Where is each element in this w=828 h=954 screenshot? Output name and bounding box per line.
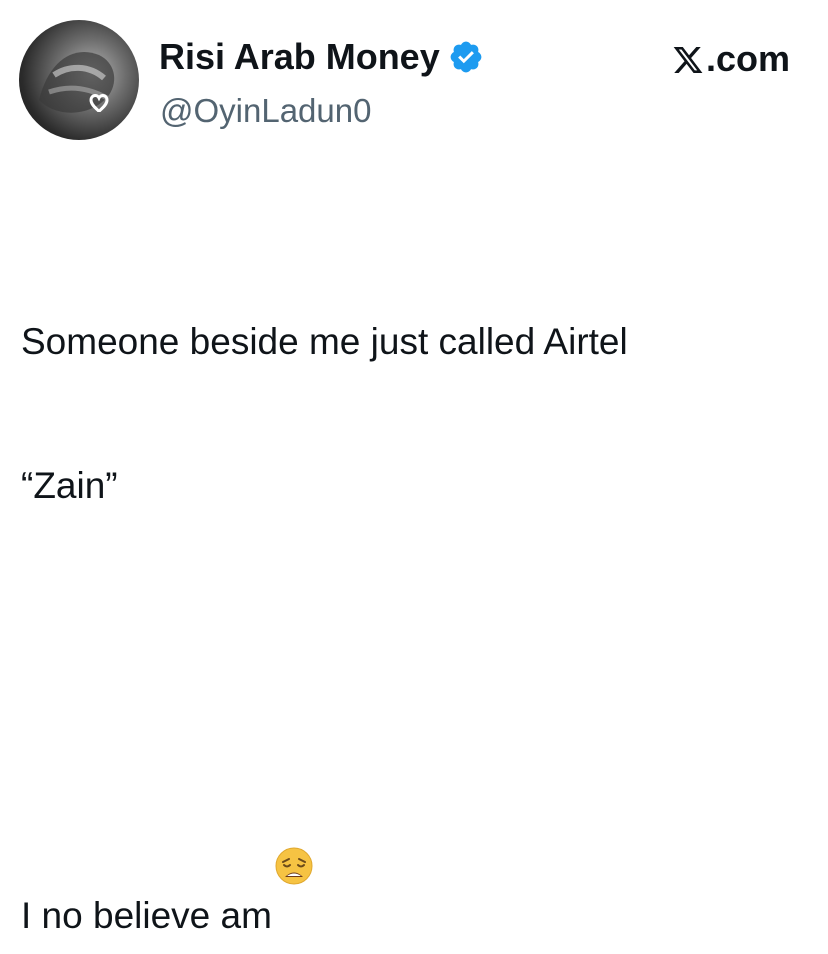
- verified-badge-icon: [448, 39, 484, 75]
- tweet-line-text: I no believe am: [21, 895, 272, 936]
- tweet-text: Someone beside me just called Airtel “Za…: [21, 222, 811, 954]
- user-handle[interactable]: @OyinLadun0: [160, 92, 371, 130]
- display-name-text: Risi Arab Money: [159, 36, 440, 77]
- tweet-line: “Zain”: [21, 465, 118, 506]
- weary-face-emoji-icon: [274, 750, 314, 885]
- x-brand: .com: [672, 38, 790, 80]
- avatar-photo: [39, 52, 115, 113]
- tweet-line: [21, 606, 811, 654]
- tweet-line: Someone beside me just called Airtel: [21, 321, 628, 362]
- tweet-line-last: I no believe am: [21, 750, 811, 940]
- avatar[interactable]: [19, 20, 139, 140]
- x-brand-text: .com: [705, 38, 790, 79]
- display-name[interactable]: Risi Arab Money: [159, 36, 484, 78]
- x-logo-icon: [672, 43, 704, 75]
